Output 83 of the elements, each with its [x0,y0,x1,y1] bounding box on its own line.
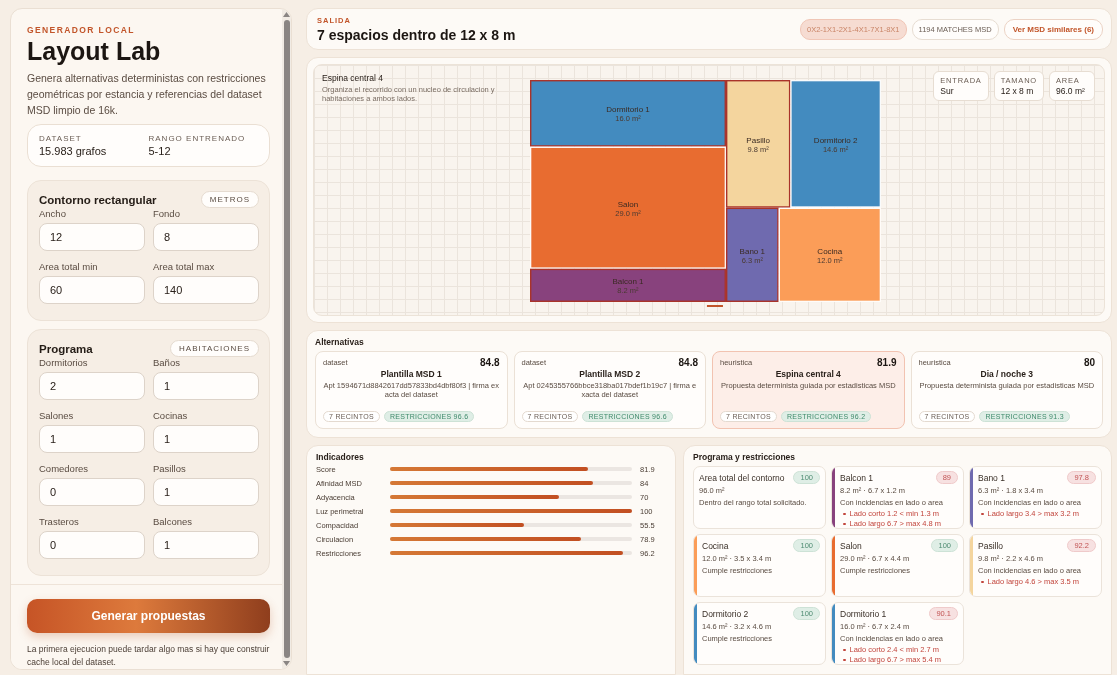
number-field[interactable]: 2 [39,372,145,400]
stat-label: DATASET [39,134,83,143]
number-field[interactable]: 140 [153,276,259,304]
output-title: 7 espacios dentro de 12 x 8 m [317,26,516,43]
similar-link[interactable]: Ver MSD similares (6) [1003,18,1103,40]
number-field[interactable]: 0 [39,531,145,559]
room-name: Dormitorio 1 [606,105,650,115]
field-label: Fondo [153,208,181,219]
room-name: Salon [617,199,639,209]
unit-tag: METROS [200,191,259,208]
alternative-name: Plantilla MSD 1 [379,369,443,379]
field-label: Trasteros [39,516,80,527]
room-name: Dormitorio 2 [813,135,858,145]
number-field[interactable]: 1 [39,425,145,453]
constraint-name: Salon [840,540,862,551]
bullet-icon [843,522,846,526]
stat-value: 15.983 grafos [39,145,108,157]
section-title: Alternativas [315,337,365,347]
number-field[interactable]: 1 [153,372,259,400]
kicker-label: GENERADOR LOCAL [27,25,136,35]
constraint-name: Dormitorio 2 [702,608,749,619]
number-field[interactable]: 1 [153,531,259,559]
alternative-name: Plantilla MSD 2 [578,369,642,379]
room-name: Pasillo [746,135,770,145]
room-block[interactable] [725,80,791,208]
field-label: Balcones [153,516,194,527]
alternative-name: Espina central 4 [774,369,842,379]
field-label: Dormitorios [39,357,89,368]
section-title: Programa [39,342,93,355]
number-field[interactable]: 1 [153,425,259,453]
alternative-score: 84.8 [480,357,500,368]
number-field[interactable]: 12 [39,223,145,251]
section-title: Indicadores [316,452,365,462]
chip-value: Sur [940,86,955,96]
app-title: Layout Lab [27,37,162,66]
alternative-score: 81.9 [877,357,897,368]
constraint-name: Pasillo [978,540,1004,551]
room-block[interactable] [530,268,726,302]
chip-value: 96.0 m² [1056,86,1086,96]
number-field[interactable]: 0 [39,478,145,506]
alternative-name: Dia / noche 3 [979,369,1034,379]
scrollbar[interactable] [282,9,291,669]
unit-tag: HABITACIONES [170,340,259,357]
scroll-thumb[interactable] [283,20,290,658]
scroll-up-icon[interactable] [283,12,290,17]
constraint-name: Area total del contorno [699,472,785,483]
footer-note: La primera ejecucion puede tardar algo mas si hay que construir cache local del dataset. [27,643,270,669]
app-description: Genera alternativas deterministas con restricciones geométricas por estancia y referencias del dataset MSD limpio de 16k. [27,71,267,118]
constraint-name: Bano 1 [978,472,1005,483]
field-label: Baños [153,357,181,368]
room-name: Bano 1 [739,246,765,256]
generate-button[interactable]: Generar propuestas [27,599,270,633]
number-field[interactable]: 60 [39,276,145,304]
field-label: Cocinas [153,410,189,421]
section-title: Programa y restricciones [693,452,797,462]
field-label: Comedores [39,463,90,474]
number-field[interactable]: 1 [153,478,259,506]
alternative-score: 84.8 [678,357,698,368]
room-name: Cocina [817,246,843,256]
bullet-icon [981,580,984,584]
room-name: Balcon 1 [612,277,644,287]
stat-label: RANGO ENTRENADO [148,134,247,143]
bullet-icon [981,512,984,516]
room-block[interactable] [725,207,779,302]
constraint-name: Cocina [702,540,729,551]
field-label: Area total min [39,261,99,272]
entrance-mark [706,305,723,307]
field-label: Salones [39,410,75,421]
number-field[interactable]: 8 [153,223,259,251]
scroll-down-icon[interactable] [283,661,290,666]
plan-title: Espina central 4 [322,73,384,83]
chip-value: 12 x 8 m [1000,86,1035,96]
section-title: Contorno rectangular [39,193,157,206]
alternative-score: 80 [1083,357,1095,368]
field-label: Area total max [153,261,216,272]
constraint-name: Balcon 1 [840,472,874,483]
bullet-icon [843,512,846,516]
constraint-name: Dormitorio 1 [840,608,887,619]
field-label: Ancho [39,208,67,219]
field-label: Pasillos [153,463,187,474]
stat-value: 5-12 [148,145,172,157]
bullet-icon [843,658,846,662]
bullet-icon [843,648,846,652]
